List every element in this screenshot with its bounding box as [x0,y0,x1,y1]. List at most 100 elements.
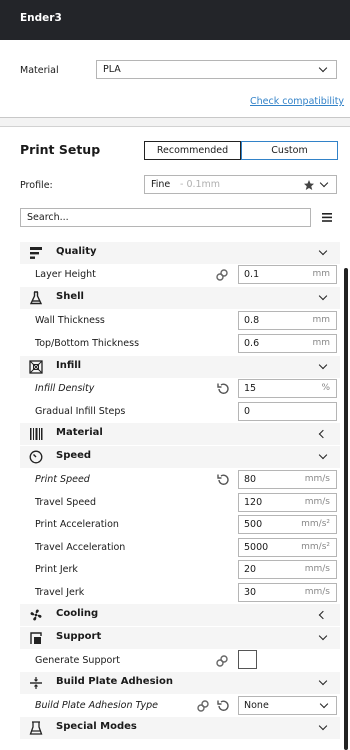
chevron-down-icon [319,178,329,188]
input-unit: mm/s [304,587,330,597]
setting-label: Infill Density [35,383,95,394]
setting-label: Travel Jerk [35,587,85,598]
generate-support-checkbox[interactable] [238,650,257,669]
input-value: 0.1 [244,269,260,280]
search-placeholder: Search... [27,212,69,223]
setting-label: Gradual Infill Steps [35,406,126,417]
section-build-plate-adhesion[interactable]: Build Plate Adhesion [20,672,340,694]
setting-print-acceleration: Print Acceleration 500 mm/s² [20,514,340,536]
setting-travel-jerk: Travel Jerk 30 mm/s [20,582,340,604]
print-speed-input[interactable]: 80 mm/s [238,470,337,489]
setting-label: Top/Bottom Thickness [35,338,140,349]
input-unit: mm/s [304,564,330,574]
profile-layer-height: - 0.1mm [180,179,221,190]
setting-build-plate-adhesion-type: Build Plate Adhesion Type None [20,695,340,717]
setting-label: Travel Acceleration [35,542,126,553]
input-unit: mm/s [304,497,330,507]
reset-icon[interactable] [216,473,230,487]
travel-speed-input[interactable]: 120 mm/s [238,493,337,512]
special-modes-icon [29,721,43,735]
section-speed[interactable]: Speed [20,446,340,468]
input-unit: % [321,383,330,393]
wall-thickness-input[interactable]: 0.8 mm [238,311,337,330]
input-unit: mm [312,269,330,279]
check-compatibility-link[interactable]: Check compatibility [250,96,344,107]
section-material[interactable]: Material [20,423,340,445]
infill-icon [29,360,43,374]
section-label: Speed [56,450,92,461]
star-icon[interactable] [303,179,315,191]
input-value: 0 [244,406,251,417]
section-label: Cooling [56,608,99,619]
link-icon[interactable] [196,699,210,713]
setting-label: Generate Support [35,655,120,666]
section-label: Infill [56,360,82,371]
print-acceleration-input[interactable]: 500 mm/s² [238,515,337,534]
travel-acceleration-input[interactable]: 5000 mm/s² [238,538,337,557]
input-value: 120 [244,497,263,508]
profile-label: Profile: [20,180,53,191]
setting-label: Layer Height [35,269,96,280]
material-select[interactable]: PLA [96,60,337,79]
setting-label: Wall Thickness [35,315,105,326]
material-value: PLA [103,64,121,75]
chevron-down-icon [318,291,328,301]
setting-print-jerk: Print Jerk 20 mm/s [20,559,340,581]
setting-label: Print Speed [35,474,90,485]
input-value: 15 [244,383,257,394]
menu-icon[interactable] [322,213,332,222]
profile-value: Fine [151,179,171,190]
printer-header[interactable]: Ender3 [0,0,350,40]
adhesion-type-select[interactable]: None [238,696,337,715]
layer-height-input[interactable]: 0.1 mm [238,265,337,284]
setting-label: Print Jerk [35,564,78,575]
chevron-left-icon [318,610,328,620]
link-icon[interactable] [215,654,229,668]
section-support[interactable]: Support [20,627,340,649]
section-shell[interactable]: Shell [20,287,340,309]
input-unit: mm/s² [301,542,330,552]
search-input[interactable]: Search... [20,208,311,227]
section-special-modes[interactable]: Special Modes [20,717,340,739]
setting-layer-height: Layer Height 0.1 mm [20,264,340,286]
top-bottom-thickness-input[interactable]: 0.6 mm [238,334,337,353]
chevron-down-icon [319,699,329,709]
flask-icon [29,291,43,305]
chevron-down-icon [318,246,328,256]
gradual-infill-steps-input[interactable]: 0 [238,402,337,421]
setting-print-speed: Print Speed 80 mm/s [20,469,340,491]
adhesion-icon [30,677,42,689]
infill-density-input[interactable]: 15 % [238,379,337,398]
chevron-left-icon [318,429,328,439]
setting-infill-density: Infill Density 15 % [20,378,340,400]
chevron-down-icon [318,631,328,641]
speed-icon [29,450,43,464]
select-value: None [244,700,269,711]
print-jerk-input[interactable]: 20 mm/s [238,560,337,579]
link-icon[interactable] [215,268,229,282]
setting-top-bottom-thickness: Top/Bottom Thickness 0.6 mm [20,333,340,355]
section-infill[interactable]: Infill [20,356,340,378]
divider [0,118,350,126]
section-cooling[interactable]: Cooling [20,604,340,626]
section-label: Quality [56,246,97,257]
input-unit: mm/s [304,474,330,484]
travel-jerk-input[interactable]: 30 mm/s [238,583,337,602]
input-unit: mm [312,315,330,325]
scrollbar[interactable] [344,268,348,750]
section-label: Shell [56,291,84,302]
chevron-down-icon [318,360,328,370]
input-value: 5000 [244,542,269,553]
setting-gradual-infill-steps: Gradual Infill Steps 0 [20,401,340,423]
tab-recommended[interactable]: Recommended [144,141,241,160]
profile-select[interactable]: Fine - 0.1mm [144,175,337,194]
section-label: Support [56,631,102,642]
section-quality[interactable]: Quality [20,242,340,264]
setting-label: Travel Speed [35,497,97,508]
reset-icon[interactable] [216,699,230,713]
tab-custom[interactable]: Custom [241,141,338,160]
material-icon [30,428,43,440]
fan-icon [30,609,42,621]
reset-icon[interactable] [216,382,230,396]
setting-wall-thickness: Wall Thickness 0.8 mm [20,310,340,332]
